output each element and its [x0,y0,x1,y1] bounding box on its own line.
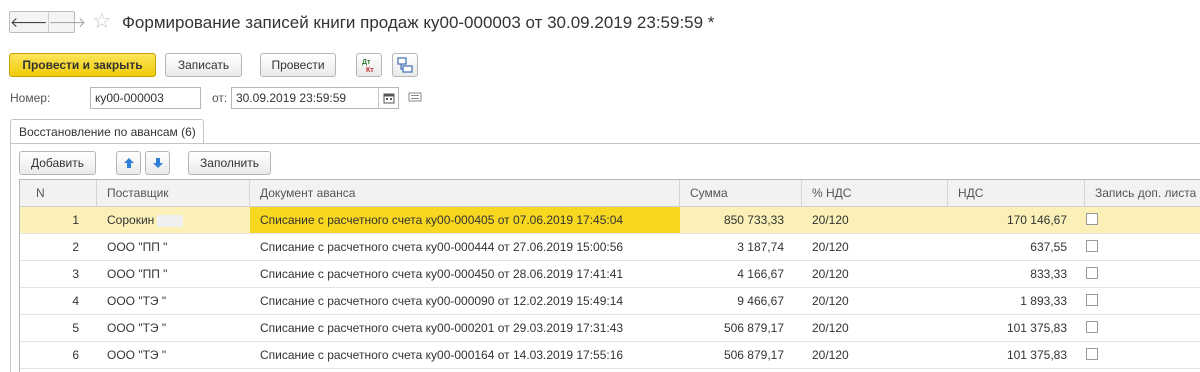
table-row[interactable]: 3 ООО "ПП " Списание с расчетного счета … [20,261,1200,288]
document-cell[interactable]: Списание с расчетного счета ку00-000450 … [250,261,680,287]
supplier-cell: ООО "ТЭ " [107,294,167,308]
supplier-cell: ООО "ТЭ " [107,321,167,335]
number-field[interactable]: ку00-000003 [90,87,201,109]
favorite-star-icon[interactable]: ☆ [92,8,112,34]
extra-sheet-checkbox[interactable] [1086,240,1098,252]
table-row[interactable]: 4 ООО "ТЭ " Списание с расчетного счета … [20,288,1200,315]
row-number: 6 [72,348,79,362]
table-row[interactable]: 6 ООО "ТЭ " Списание с расчетного счета … [20,342,1200,369]
calendar-button[interactable] [378,88,399,108]
advances-table: N Поставщик Документ аванса Сумма % НДС … [19,179,1200,372]
supplier-cell: ООО "ПП " [107,267,168,281]
forward-button[interactable]: 🡒 [47,12,87,32]
post-button[interactable]: Провести [260,53,336,77]
row-number: 5 [72,321,79,335]
row-number: 2 [72,240,79,254]
sum-cell: 9 466,67 [737,294,784,308]
supplier-cell: ООО "ПП " [107,240,168,254]
column-header-supplier[interactable]: Поставщик [97,180,250,206]
comment-icon [408,92,422,102]
column-header-extra-sheet[interactable]: Запись доп. листа [1085,180,1200,206]
redacted-mark [157,214,184,227]
post-and-close-button[interactable]: Провести и закрыть [9,53,156,77]
table-row[interactable]: 1 Сорокин Списание с расчетного счета ку… [20,207,1200,234]
row-number: 3 [72,267,79,281]
comment-button[interactable] [408,90,422,107]
column-header-sum[interactable]: Сумма [680,180,802,206]
date-label: от: [212,91,228,105]
vat-cell: 833,33 [1030,267,1067,281]
extra-sheet-checkbox[interactable] [1086,321,1098,333]
vat-rate-cell: 20/120 [812,267,849,281]
svg-text:Дт: Дт [362,59,371,66]
table-header: N Поставщик Документ аванса Сумма % НДС … [20,180,1200,207]
date-field[interactable]: 30.09.2019 23:59:59 [231,87,399,109]
arrow-left-icon: 🡐 [10,13,48,30]
document-cell[interactable]: Списание с расчетного счета ку00-000405 … [250,207,680,233]
column-header-vat[interactable]: НДС [948,180,1085,206]
vat-rate-cell: 20/120 [812,213,849,227]
structure-button[interactable] [392,53,418,77]
tab-panel-border [10,143,11,372]
arrow-down-icon [152,158,163,168]
supplier-cell: Сорокин [97,207,250,233]
column-header-n[interactable]: N [20,180,97,206]
vat-cell: 101 375,83 [1006,348,1067,362]
fill-button[interactable]: Заполнить [188,151,271,175]
table-row[interactable]: 5 ООО "ТЭ " Списание с расчетного счета … [20,315,1200,342]
vat-cell: 101 375,83 [1006,321,1067,335]
sum-cell: 506 879,17 [723,321,784,335]
vat-rate-cell: 20/120 [812,321,849,335]
navigation-buttons: 🡐 🡒 [9,11,86,33]
move-up-button[interactable] [116,151,141,175]
sum-cell: 506 879,17 [723,348,784,362]
table-row[interactable]: 2 ООО "ПП " Списание с расчетного счета … [20,234,1200,261]
vat-cell: 170 146,67 [1006,213,1067,227]
sum-cell: 850 733,33 [723,213,784,227]
number-label: Номер: [10,91,51,105]
document-cell[interactable]: Списание с расчетного счета ку00-000201 … [250,315,680,341]
sum-cell: 4 166,67 [737,267,784,281]
extra-sheet-checkbox[interactable] [1086,294,1098,306]
tab-divider [10,143,1200,144]
arrow-up-icon [123,158,134,168]
document-cell[interactable]: Списание с расчетного счета ку00-000090 … [250,288,680,314]
row-number: 4 [72,294,79,308]
calendar-icon [383,93,395,104]
arrow-right-icon: 🡒 [48,13,87,30]
vat-rate-cell: 20/120 [812,240,849,254]
sum-cell: 3 187,74 [737,240,784,254]
save-button[interactable]: Записать [165,53,242,77]
extra-sheet-checkbox[interactable] [1086,213,1098,225]
row-number: 1 [72,213,79,227]
add-row-button[interactable]: Добавить [19,151,96,175]
document-structure-icon [397,57,413,73]
supplier-cell: ООО "ТЭ " [107,348,167,362]
extra-sheet-checkbox[interactable] [1086,267,1098,279]
column-header-vat-rate[interactable]: % НДС [802,180,948,206]
vat-cell: 637,55 [1030,240,1067,254]
column-header-document[interactable]: Документ аванса [250,180,680,206]
dt-kt-button[interactable]: Дт Кт [356,53,382,77]
vat-cell: 1 893,33 [1020,294,1067,308]
document-cell[interactable]: Списание с расчетного счета ку00-000444 … [250,234,680,260]
vat-rate-cell: 20/120 [812,348,849,362]
vat-rate-cell: 20/120 [812,294,849,308]
date-value: 30.09.2019 23:59:59 [236,91,347,105]
back-button[interactable]: 🡐 [10,12,48,32]
page-title: Формирование записей книги продаж ку00-0… [122,13,715,32]
dt-kt-icon: Дт Кт [362,59,374,74]
move-down-button[interactable] [145,151,170,175]
svg-text:Кт: Кт [366,67,374,74]
document-cell[interactable]: Списание с расчетного счета ку00-000164 … [250,342,680,368]
extra-sheet-checkbox[interactable] [1086,348,1098,360]
tab-advance-restoration[interactable]: Восстановление по авансам (6) [10,119,204,144]
